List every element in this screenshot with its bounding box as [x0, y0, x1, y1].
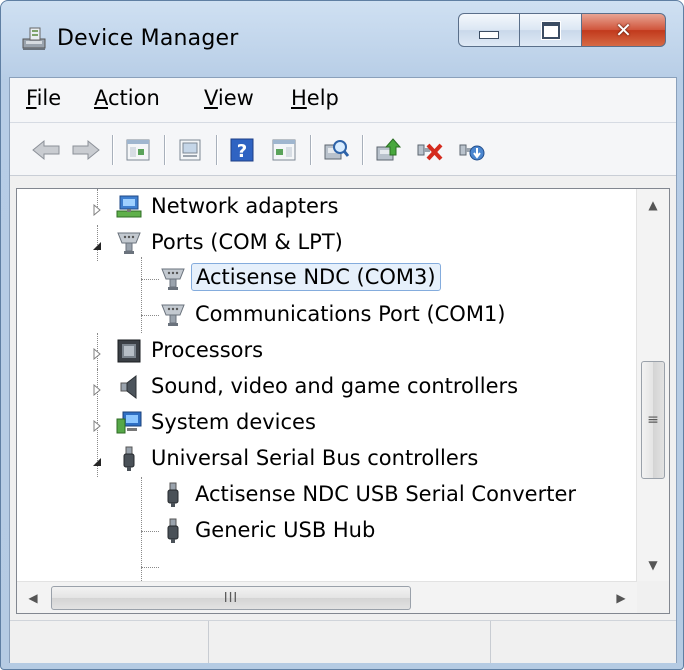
- tree-item[interactable]: Network adapters: [17, 189, 637, 225]
- tree-item-label: Generic USB Hub: [195, 518, 376, 542]
- minimize-button[interactable]: [458, 13, 520, 47]
- scroll-corner: [637, 581, 669, 613]
- tree-item[interactable]: Generic USB Hub: [17, 513, 637, 549]
- status-pane: [10, 621, 209, 663]
- usb-icon: [159, 517, 187, 545]
- tree-item-label: Sound, video and game controllers: [151, 374, 519, 398]
- vertical-scrollbar[interactable]: ▲ ≡ ▼: [636, 189, 669, 581]
- show-hide-console-tree-icon[interactable]: [120, 133, 156, 167]
- uninstall-device-icon[interactable]: [412, 133, 448, 167]
- scroll-right-button[interactable]: ▶: [605, 582, 637, 613]
- toolbar-separator: [310, 135, 311, 165]
- expand-arrow-icon[interactable]: [91, 417, 103, 433]
- tree-item[interactable]: Ports (COM & LPT): [17, 225, 637, 261]
- usb-icon: [159, 481, 187, 509]
- collapse-arrow-icon[interactable]: [91, 237, 103, 250]
- close-button[interactable]: ✕: [582, 13, 666, 47]
- usb-icon: [115, 445, 143, 473]
- horizontal-scrollbar[interactable]: ◀ III ▶: [17, 581, 637, 613]
- speaker-icon: [115, 373, 143, 401]
- caption-buttons: ✕: [458, 13, 668, 49]
- menu-action[interactable]: Action: [94, 86, 160, 110]
- tree-item-label: Processors: [151, 338, 264, 362]
- toolbar-separator: [112, 135, 113, 165]
- tree-item-selected[interactable]: Actisense NDC (COM3): [17, 261, 637, 297]
- svg-text:?: ?: [237, 141, 247, 162]
- system-device-icon: [115, 409, 143, 437]
- title-bar[interactable]: Device Manager ✕: [1, 1, 683, 77]
- menu-help[interactable]: Help: [291, 86, 339, 110]
- properties-icon[interactable]: [172, 133, 208, 167]
- expand-arrow-icon[interactable]: [91, 345, 103, 361]
- toolbar-separator: [164, 135, 165, 165]
- collapse-arrow-icon[interactable]: [91, 453, 103, 466]
- tree-item[interactable]: Processors: [17, 333, 637, 369]
- tree-item[interactable]: Sound, video and game controllers: [17, 369, 637, 405]
- show-hide-action-pane-icon[interactable]: [266, 133, 302, 167]
- tree-item-label: Actisense NDC (COM3): [191, 263, 441, 291]
- tree-connector: [141, 567, 159, 568]
- menu-view[interactable]: View: [204, 86, 254, 110]
- disable-device-icon[interactable]: [454, 133, 490, 167]
- scroll-up-button[interactable]: ▲: [637, 189, 669, 221]
- status-pane: [208, 621, 491, 663]
- tree-item[interactable]: System devices: [17, 405, 637, 441]
- forward-icon[interactable]: [68, 133, 104, 167]
- menu-bar: File Action View Help: [10, 78, 676, 123]
- expand-arrow-icon[interactable]: [91, 381, 103, 397]
- network-adapter-icon: [115, 193, 143, 221]
- status-bar: [10, 620, 676, 663]
- tree-item[interactable]: Universal Serial Bus controllers: [17, 441, 637, 477]
- tree-item[interactable]: Communications Port (COM1): [17, 297, 637, 333]
- vertical-scroll-thumb[interactable]: ≡: [641, 361, 665, 479]
- back-icon[interactable]: [28, 133, 64, 167]
- scroll-down-button[interactable]: ▼: [637, 549, 669, 581]
- port-icon: [159, 265, 187, 293]
- scroll-left-button[interactable]: ◀: [17, 582, 49, 613]
- help-icon[interactable]: ?: [224, 133, 260, 167]
- tree-item[interactable]: Actisense NDC USB Serial Converter: [17, 477, 637, 513]
- device-manager-window: Device Manager ✕ File Action View Help ?…: [0, 0, 684, 670]
- horizontal-scroll-thumb[interactable]: III: [51, 586, 411, 610]
- toolbar-separator: [216, 135, 217, 165]
- client-area: File Action View Help ? Network adapters…: [9, 77, 677, 663]
- grip-icon: ≡: [647, 412, 659, 428]
- port-icon: [115, 229, 143, 257]
- window-title: Device Manager: [57, 26, 239, 51]
- tree-item-label: System devices: [151, 410, 316, 434]
- processor-icon: [115, 337, 143, 365]
- tree-item-label: Communications Port (COM1): [195, 302, 506, 326]
- tree-item-label: Network adapters: [151, 194, 339, 218]
- tree-item-label: Universal Serial Bus controllers: [151, 446, 479, 470]
- grip-icon: III: [223, 590, 239, 606]
- toolbar: ?: [10, 123, 676, 176]
- device-manager-icon: [21, 25, 49, 57]
- menu-file[interactable]: File: [26, 86, 61, 110]
- minimize-icon: [479, 31, 499, 39]
- tree-item-label: Ports (COM & LPT): [151, 230, 343, 254]
- device-tree[interactable]: Network adapters Ports (COM & LPT) Actis…: [16, 188, 670, 614]
- update-driver-icon[interactable]: [370, 133, 406, 167]
- expand-arrow-icon[interactable]: [91, 201, 103, 217]
- close-icon: ✕: [615, 18, 632, 42]
- scan-hardware-icon[interactable]: [318, 133, 354, 167]
- tree-item-label: Actisense NDC USB Serial Converter: [195, 482, 577, 506]
- maximize-button[interactable]: [520, 13, 582, 47]
- port-icon: [159, 301, 187, 329]
- maximize-icon: [541, 21, 560, 39]
- toolbar-separator: [362, 135, 363, 165]
